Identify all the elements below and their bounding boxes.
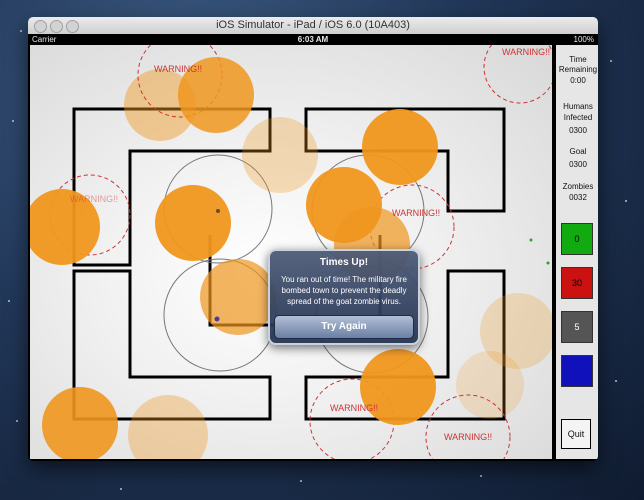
zombie [242, 117, 318, 193]
green-mode-button[interactable]: 0 [561, 223, 593, 255]
zombie [155, 185, 231, 261]
humans-infected-value: 0300 [569, 126, 587, 135]
goal-value: 0300 [569, 160, 587, 169]
human-marker [214, 316, 220, 322]
stats-sidebar: Time Remaining 0:00 Humans Infected 0300… [554, 45, 598, 459]
minimize-window-button[interactable] [50, 20, 63, 33]
times-up-alert: Times Up! You ran out of time! The milit… [268, 249, 420, 345]
try-again-button[interactable]: Try Again [274, 315, 414, 339]
zombie [200, 259, 276, 335]
game-board[interactable]: WARNING!! WARNING!! WARNING!! WARNING!! … [30, 45, 552, 459]
human-marker [216, 209, 220, 213]
humans-label-line2: Infected [563, 113, 593, 122]
status-time: 6:03 AM [297, 35, 329, 44]
time-label-line1: Time [569, 55, 587, 64]
grey-mode-button[interactable]: 5 [561, 311, 593, 343]
warning-label: WARNING!! [444, 432, 492, 442]
zombie [42, 387, 118, 459]
window-title: iOS Simulator - iPad / iOS 6.0 (10A403) [216, 19, 410, 31]
alert-title: Times Up! [319, 257, 369, 268]
warning-label: WARNING!! [70, 194, 118, 204]
time-remaining-value: 0:00 [570, 76, 586, 85]
red-mode-button[interactable]: 30 [561, 267, 593, 299]
humans-label-line1: Humans [563, 102, 593, 111]
ios-status-bar: Carrier 6:03 AM 100% [28, 34, 598, 45]
zoom-window-button[interactable] [66, 20, 79, 33]
window-titlebar[interactable]: iOS Simulator - iPad / iOS 6.0 (10A403) [28, 17, 598, 35]
zombie [456, 351, 524, 419]
zombies-value: 0032 [569, 193, 587, 202]
human-marker [546, 261, 550, 265]
human-marker [529, 238, 533, 242]
simulator-window: iOS Simulator - iPad / iOS 6.0 (10A403) … [28, 17, 598, 461]
warning-label: WARNING!! [392, 208, 440, 218]
zombie [360, 349, 436, 425]
zombie [362, 109, 438, 185]
quit-button[interactable]: Quit [561, 419, 591, 449]
battery-level: 100% [573, 35, 594, 44]
warning-label: WARNING!! [330, 403, 378, 413]
zombie [128, 395, 208, 459]
zombies-label: Zombies [562, 182, 594, 191]
goal-label: Goal [569, 147, 587, 156]
time-label-line2: Remaining [558, 65, 598, 74]
close-window-button[interactable] [34, 20, 47, 33]
blue-mode-button[interactable] [561, 355, 593, 387]
alert-message: You ran out of time! The military fire b… [281, 275, 407, 306]
warning-label: WARNING!! [154, 64, 202, 74]
warning-label: WARNING!! [502, 47, 550, 57]
